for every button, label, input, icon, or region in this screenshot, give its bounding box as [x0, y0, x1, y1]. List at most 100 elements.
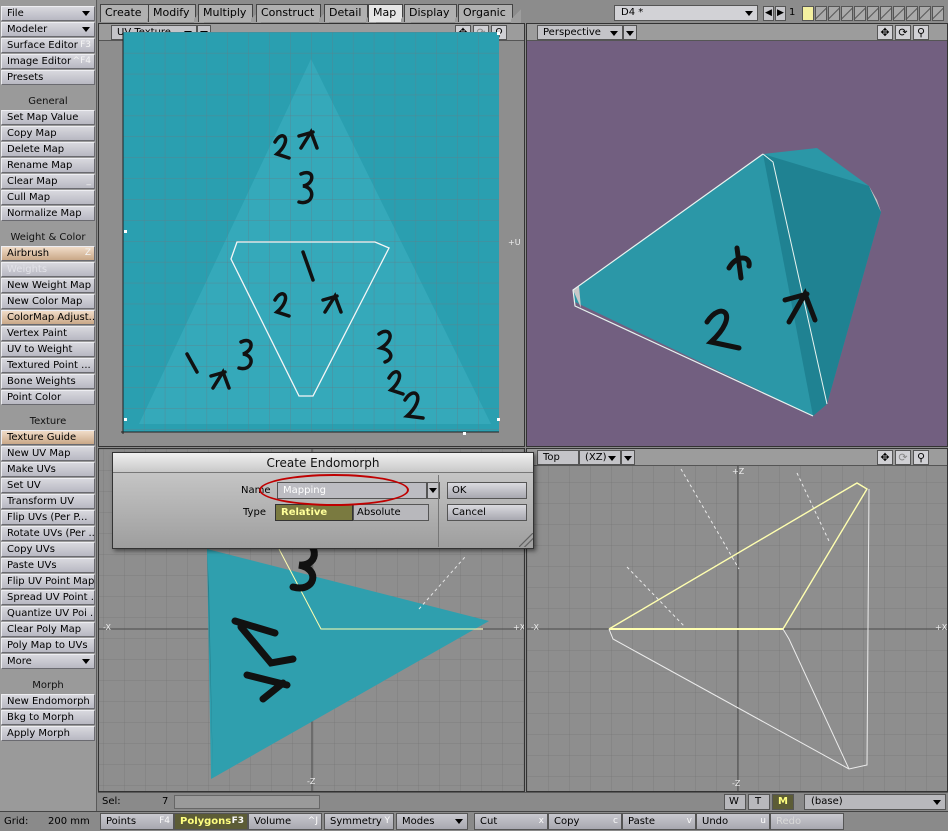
prev-object-button[interactable]: ◀ [763, 6, 774, 21]
display-mode-select[interactable] [621, 450, 635, 465]
chevron-down-icon [429, 488, 437, 493]
texture-toggle[interactable]: T [748, 794, 770, 810]
sidebar-item-quantize-uv-poi[interactable]: Quantize UV Poi ... [1, 606, 95, 621]
wireframe-toggle[interactable]: W [724, 794, 746, 810]
tab-create[interactable]: Create [100, 4, 157, 23]
view-type-select[interactable]: Top [537, 450, 579, 465]
sidebar-item-surface-editor[interactable]: Surface Editor F3 [1, 38, 95, 53]
paste-button[interactable]: Paste v [622, 813, 696, 830]
sidebar-item-colormap-adjust[interactable]: ColorMap Adjust... [1, 310, 95, 325]
layer-button-9[interactable] [906, 6, 918, 21]
sidebar-item-label: New Endomorph [7, 696, 90, 707]
sidebar-item-label: Rotate UVs (Per ... [7, 528, 95, 539]
cut-button[interactable]: Cut x [474, 813, 548, 830]
sidebar-item-delete-map[interactable]: Delete Map [1, 142, 95, 157]
sidebar-item-clear-poly-map[interactable]: Clear Poly Map [1, 622, 95, 637]
sidebar-item-new-uv-map[interactable]: New UV Map [1, 446, 95, 461]
layer-button-3[interactable] [828, 6, 840, 21]
tab-construct[interactable]: Construct [256, 4, 330, 23]
sidebar-item-copy-map[interactable]: Copy Map [1, 126, 95, 141]
shortcut-hint: F3 [80, 40, 91, 50]
section-header: Morph [32, 680, 64, 691]
polygons-mode-button[interactable]: Polygons F3 [174, 813, 248, 830]
sidebar-item-more[interactable]: More [1, 654, 95, 669]
layer-button-6[interactable] [867, 6, 879, 21]
sidebar-item-bone-weights[interactable]: Bone Weights [1, 374, 95, 389]
next-object-button[interactable]: ▶ [775, 6, 786, 21]
tab-detail[interactable]: Detail [324, 4, 377, 23]
zoom-view-icon[interactable]: ⚲ [913, 450, 929, 465]
sidebar-item-new-endomorph[interactable]: New Endomorph [1, 694, 95, 709]
volume-shortcut: ^J [307, 816, 318, 826]
redo-button[interactable]: Redo [770, 813, 844, 830]
resize-grip-icon[interactable] [519, 533, 533, 547]
perspective-viewport[interactable]: Perspective ✥ ⟳ ⚲ [526, 23, 948, 447]
uv-texture-viewport[interactable]: UV Texture ✥ ⟳ ⚲ +V +U [98, 23, 525, 447]
sidebar-item-set-map-value[interactable]: Set Map Value [1, 110, 95, 125]
layer-button-2[interactable] [815, 6, 827, 21]
sidebar-item-modeler[interactable]: Modeler [1, 22, 95, 37]
cancel-button[interactable]: Cancel [447, 504, 527, 521]
sidebar-item-airbrush[interactable]: Airbrush Z [1, 246, 95, 261]
type-relative-button[interactable]: Relative [275, 504, 353, 521]
sidebar-item-point-color[interactable]: Point Color [1, 390, 95, 405]
paste-label: Paste [628, 816, 655, 827]
layer-button-10[interactable] [919, 6, 931, 21]
type-absolute-button[interactable]: Absolute [353, 504, 429, 521]
layer-button-7[interactable] [880, 6, 892, 21]
layer-button-5[interactable] [854, 6, 866, 21]
points-mode-button[interactable]: Points F4 [100, 813, 174, 830]
symmetry-button[interactable]: Symmetry Y [324, 813, 394, 830]
layer-button-8[interactable] [893, 6, 905, 21]
tab-modify[interactable]: Modify [148, 4, 205, 23]
sidebar-item-uv-to-weight[interactable]: UV to Weight [1, 342, 95, 357]
grid-value: 200 mm [48, 816, 90, 827]
sidebar-item-set-uv[interactable]: Set UV [1, 478, 95, 493]
sidebar-item-paste-uvs[interactable]: Paste UVs [1, 558, 95, 573]
view-plane-select[interactable]: (XZ) [579, 450, 621, 465]
sidebar-item-new-weight-map[interactable]: New Weight Map [1, 278, 95, 293]
sidebar-item-textured-point[interactable]: Textured Point ... [1, 358, 95, 373]
sidebar-item-poly-map-to-uvs[interactable]: Poly Map to UVs [1, 638, 95, 653]
sidebar-item-presets[interactable]: Presets [1, 70, 95, 85]
sidebar-item-cull-map[interactable]: Cull Map [1, 190, 95, 205]
layer-button-4[interactable] [841, 6, 853, 21]
sidebar-item-weights[interactable]: Weights [1, 262, 95, 277]
sidebar-item-file[interactable]: File [1, 6, 95, 21]
sidebar-item-vertex-paint[interactable]: Vertex Paint [1, 326, 95, 341]
morph-layer-select[interactable]: (base) [804, 794, 946, 810]
sidebar-item-rotate-uvs-per[interactable]: Rotate UVs (Per ... [1, 526, 95, 541]
sidebar-item-new-color-map[interactable]: New Color Map [1, 294, 95, 309]
sidebar-item-label: Copy UVs [7, 544, 55, 555]
object-select[interactable]: D4 * [614, 5, 758, 21]
sidebar-item-rename-map[interactable]: Rename Map [1, 158, 95, 173]
volume-mode-button[interactable]: Volume ^J [248, 813, 322, 830]
tab-map[interactable]: Map [368, 4, 412, 23]
sidebar-item-apply-morph[interactable]: Apply Morph [1, 726, 95, 741]
sidebar-item-image-editor[interactable]: Image Editor ^F4 [1, 54, 95, 69]
sidebar-item-bkg-to-morph[interactable]: Bkg to Morph [1, 710, 95, 725]
sidebar-item-flip-uvs-per-p[interactable]: Flip UVs (Per P... [1, 510, 95, 525]
sidebar-item-normalize-map[interactable]: Normalize Map [1, 206, 95, 221]
sidebar-item-spread-uv-point[interactable]: Spread UV Point ... [1, 590, 95, 605]
layer-button-1[interactable] [802, 6, 814, 21]
top-viewport[interactable]: Top (XZ) ✥ ⟳ ⚲ +Z -Z -X +X [526, 448, 948, 792]
sidebar-item-texture-guide[interactable]: Texture Guide [1, 430, 95, 445]
sidebar-item-clear-map[interactable]: Clear Map _ [1, 174, 95, 189]
tab-multiply[interactable]: Multiply [198, 4, 262, 23]
tab-organic[interactable]: Organic [458, 4, 521, 23]
undo-button[interactable]: Undo u [696, 813, 770, 830]
sidebar-item-copy-uvs[interactable]: Copy UVs [1, 542, 95, 557]
sidebar-item-transform-uv[interactable]: Transform UV [1, 494, 95, 509]
layer-button-11[interactable] [932, 6, 944, 21]
copy-button[interactable]: Copy c [548, 813, 622, 830]
chevron-down-icon [82, 27, 90, 32]
modes-select[interactable]: Modes [396, 813, 468, 830]
morph-toggle[interactable]: M [772, 794, 794, 810]
sidebar-item-flip-uv-point-map[interactable]: Flip UV Point Map [1, 574, 95, 589]
move-view-icon[interactable]: ✥ [877, 450, 893, 465]
ok-button[interactable]: OK [447, 482, 527, 499]
tab-display[interactable]: Display [404, 4, 465, 23]
sidebar-item-make-uvs[interactable]: Make UVs [1, 462, 95, 477]
rotate-view-icon[interactable]: ⟳ [895, 450, 911, 465]
